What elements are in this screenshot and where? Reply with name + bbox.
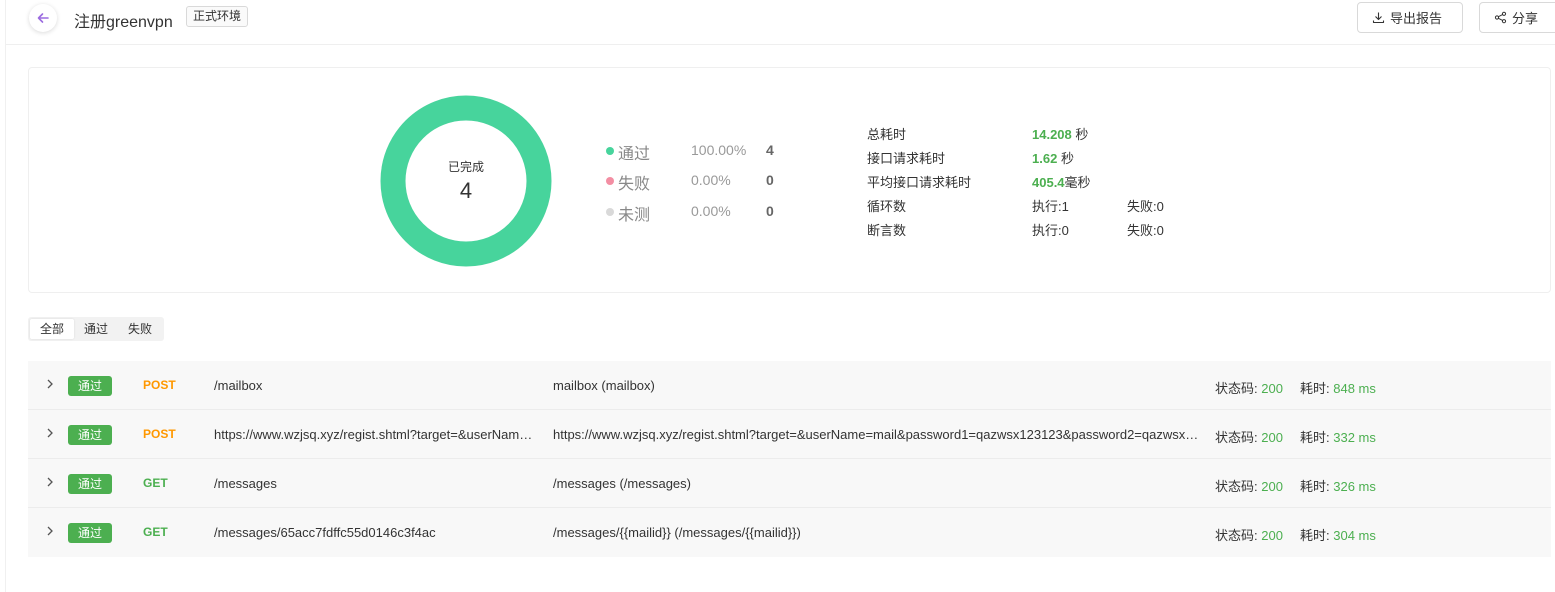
elapsed-time: 耗时: 326 ms	[1300, 479, 1376, 494]
pass-badge: 通过	[68, 376, 112, 396]
legend-pct: 100.00%	[691, 142, 747, 158]
stat-label: 平均接口请求耗时	[867, 175, 972, 190]
request-path: /messages	[214, 476, 277, 491]
legend-num: 0	[766, 203, 774, 219]
stat-value: 1.62 秒	[1032, 151, 1074, 166]
request-desc: https://www.wzjsq.xyz/regist.shtml?targe…	[553, 427, 1201, 442]
legend-name: 未测	[618, 207, 651, 224]
stat-fail: 失败:0	[1127, 199, 1164, 214]
status-code: 状态码: 200	[1215, 479, 1283, 494]
share-button[interactable]: 分享	[1479, 2, 1555, 33]
legend-num: 0	[766, 172, 774, 188]
pass-badge: 通过	[68, 474, 112, 494]
chevron-right-icon[interactable]	[45, 475, 55, 489]
export-report-label: 导出报告	[1390, 11, 1443, 26]
legend-num: 4	[766, 142, 774, 158]
env-tag: 正式环境	[186, 6, 249, 27]
request-desc: mailbox (mailbox)	[553, 378, 655, 393]
request-path: /mailbox	[214, 378, 263, 393]
pass-badge: 通过	[68, 425, 112, 445]
legend-name: 通过	[618, 146, 651, 163]
donut-label: 已完成	[447, 160, 484, 174]
stat-exec: 执行:0	[1032, 223, 1069, 238]
chevron-right-icon[interactable]	[45, 377, 55, 391]
pass-dot-icon	[606, 147, 614, 155]
arrow-left-icon	[37, 13, 49, 23]
request-path: /messages/65acc7fdffc55d0146c3f4ac	[214, 525, 436, 540]
legend-pct: 0.00%	[691, 172, 731, 188]
share-icon	[1494, 11, 1507, 24]
request-row[interactable]: 通过 GET /messages/65acc7fdffc55d0146c3f4a…	[28, 508, 1551, 557]
download-icon	[1372, 12, 1385, 24]
status-code: 状态码: 200	[1215, 528, 1283, 543]
pass-badge: 通过	[68, 523, 112, 543]
stat-label: 循环数	[867, 199, 907, 214]
tab-fail[interactable]: 失败	[118, 319, 162, 339]
http-method: GET	[143, 476, 168, 490]
stat-exec: 执行:1	[1032, 199, 1069, 214]
page-header: 注册greenvpn 正式环境 导出报告 分享	[6, 0, 1555, 45]
legend-pass: 通过 100.00% 4	[606, 140, 806, 163]
request-path: https://www.wzjsq.xyz/regist.shtml?targe…	[214, 427, 534, 442]
request-row[interactable]: 通过 POST /mailbox mailbox (mailbox) 状态码: …	[28, 361, 1551, 410]
tab-pass[interactable]: 通过	[74, 319, 118, 339]
elapsed-time: 耗时: 848 ms	[1300, 381, 1376, 396]
report-page: 注册greenvpn 正式环境 导出报告 分享 已完成 4 通过 100.00%…	[5, 0, 1555, 592]
back-button[interactable]	[29, 4, 57, 32]
stat-asserts: 断言数 执行:0 失败:0	[867, 220, 1267, 240]
stat-fail: 失败:0	[1127, 223, 1164, 238]
stat-label: 总耗时	[867, 127, 907, 142]
status-code: 状态码: 200	[1215, 430, 1283, 445]
request-row[interactable]: 通过 GET /messages /messages (/messages) 状…	[28, 459, 1551, 508]
legend-pct: 0.00%	[691, 203, 731, 219]
share-label: 分享	[1512, 11, 1539, 26]
stat-value: 14.208 秒	[1032, 127, 1089, 142]
legend-name: 失败	[618, 176, 651, 193]
request-desc: /messages/{{mailid}} (/messages/{{mailid…	[553, 525, 801, 540]
http-method: GET	[143, 525, 168, 539]
status-code: 状态码: 200	[1215, 381, 1283, 396]
stat-label: 断言数	[867, 223, 907, 238]
request-desc: /messages (/messages)	[553, 476, 691, 491]
fail-dot-icon	[606, 177, 614, 185]
filter-tabs: 全部 通过 失败	[28, 317, 165, 341]
page-title: 注册greenvpn	[74, 14, 173, 31]
summary-card: 已完成 4 通过 100.00% 4 失败 0.00% 0 未测 0.00% 0…	[28, 67, 1551, 293]
donut-center: 已完成 4	[380, 95, 552, 267]
stat-loops: 循环数 执行:1 失败:0	[867, 196, 1267, 216]
tab-all[interactable]: 全部	[30, 319, 75, 339]
legend-fail: 失败 0.00% 0	[606, 170, 806, 193]
stat-total-time: 总耗时 14.208 秒	[867, 124, 1267, 144]
elapsed-time: 耗时: 304 ms	[1300, 528, 1376, 543]
stat-request-time: 接口请求耗时 1.62 秒	[867, 148, 1267, 168]
http-method: POST	[143, 378, 176, 392]
untested-dot-icon	[606, 208, 614, 216]
legend-untested: 未测 0.00% 0	[606, 201, 806, 224]
export-report-button[interactable]: 导出报告	[1357, 2, 1463, 33]
stat-value: 405.4毫秒	[1032, 175, 1091, 190]
elapsed-time: 耗时: 332 ms	[1300, 430, 1376, 445]
donut-count: 4	[459, 178, 473, 203]
stat-avg-time: 平均接口请求耗时 405.4毫秒	[867, 172, 1267, 192]
request-list: 通过 POST /mailbox mailbox (mailbox) 状态码: …	[28, 361, 1551, 557]
http-method: POST	[143, 427, 176, 441]
request-row[interactable]: 通过 POST https://www.wzjsq.xyz/regist.sht…	[28, 410, 1551, 459]
chevron-right-icon[interactable]	[45, 426, 55, 440]
stat-label: 接口请求耗时	[867, 151, 946, 166]
chevron-right-icon[interactable]	[45, 524, 55, 538]
